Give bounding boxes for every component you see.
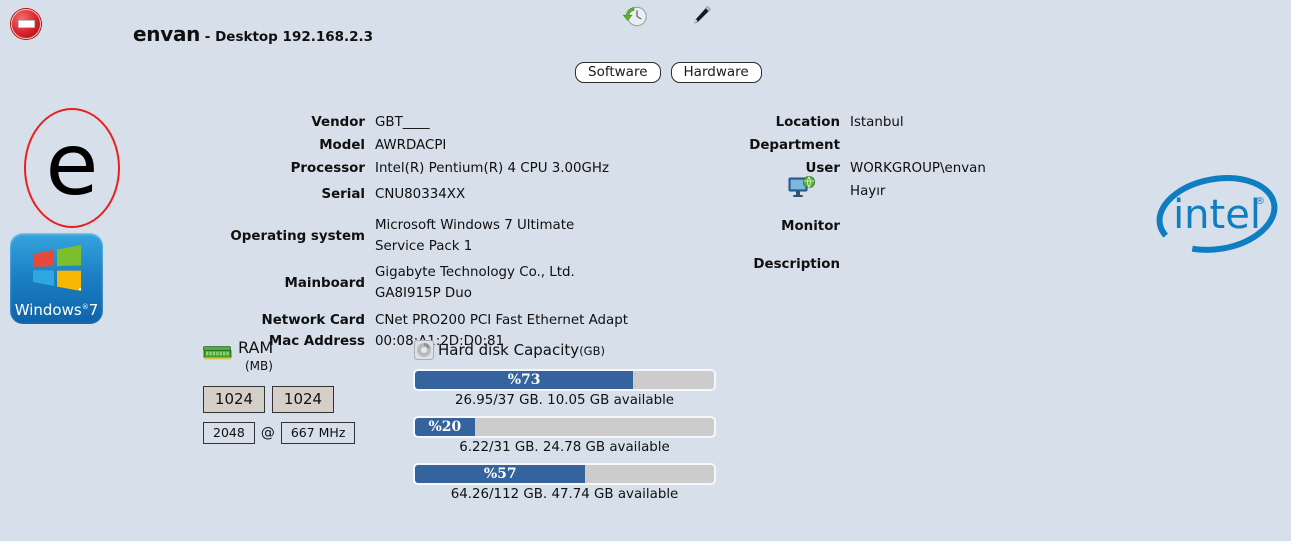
- ram-title: RAM: [238, 338, 274, 357]
- info-row-remote: Hayır: [745, 181, 986, 207]
- info-value: Microsoft Windows 7 Ultimate Service Pac…: [375, 218, 575, 254]
- info-key: Monitor: [781, 219, 840, 234]
- history-clock-icon[interactable]: [622, 3, 648, 29]
- drive-percent-label: %73: [507, 372, 541, 388]
- ram-header: RAM: [203, 338, 355, 361]
- tab-software[interactable]: Software: [575, 62, 661, 83]
- drive-entry: %73 26.95/37 GB. 10.05 GB available: [413, 369, 721, 408]
- windows7-label: Windows®7: [10, 301, 103, 319]
- ram-total-value: 2048: [203, 422, 255, 444]
- info-row-user: User WORKGROUP\envan: [745, 158, 986, 179]
- ram-slot-list: 1024 1024: [203, 386, 355, 413]
- drive-progress-bar[interactable]: %57: [413, 463, 716, 485]
- harddisk-title: Hard disk Capacity: [438, 341, 580, 359]
- ram-total-row: 2048 @ 667 MHz: [203, 422, 356, 444]
- info-row-processor: Processor Intel(R) Pentium(R) 4 CPU 3.00…: [200, 158, 628, 179]
- harddisk-section: Hard disk Capacity (GB) %73 26.95/37 GB. …: [413, 340, 721, 502]
- app-window: envan - Desktop 192.168.2.3 Software Har…: [0, 0, 1291, 541]
- drive-progress-bar[interactable]: %20: [413, 416, 716, 438]
- info-key: Department: [749, 138, 840, 153]
- page-title-main: envan: [133, 22, 201, 46]
- info-key: Model: [319, 138, 365, 153]
- intel-logo: intel ®: [1150, 168, 1285, 260]
- no-entry-icon[interactable]: [11, 9, 41, 39]
- info-row-mainboard: Mainboard Gigabyte Technology Co., Ltd. …: [200, 262, 628, 304]
- drive-capacity-caption: 6.22/31 GB. 24.78 GB available: [459, 440, 670, 455]
- ram-slot-value: 1024: [203, 386, 265, 413]
- info-key: Serial: [321, 187, 365, 202]
- ram-unit: (MB): [245, 359, 273, 373]
- drive-progress-fill: %20: [415, 418, 475, 436]
- info-row-vendor: Vendor GBT____: [200, 112, 628, 133]
- pen-icon[interactable]: [688, 3, 714, 29]
- info-row-description: Description: [745, 254, 986, 275]
- drive-entry: %20 6.22/31 GB. 24.78 GB available: [413, 416, 721, 455]
- info-value: Gigabyte Technology Co., Ltd. GA8I915P D…: [375, 265, 575, 301]
- page-title-sub: - Desktop 192.168.2.3: [200, 29, 374, 45]
- drive-entry: %57 64.26/112 GB. 47.74 GB available: [413, 463, 721, 502]
- drive-progress-bar[interactable]: %73: [413, 369, 716, 391]
- info-key: Description: [753, 257, 840, 272]
- view-tabs: Software Hardware: [575, 62, 762, 83]
- info-row-monitor: Monitor: [745, 216, 986, 237]
- info-key: Operating system: [230, 228, 365, 244]
- info-value: WORKGROUP\envan: [850, 161, 986, 176]
- windows-version: 7: [88, 301, 99, 319]
- drive-progress-fill: %73: [415, 371, 634, 389]
- hardware-info-right: Location Istanbul Department User WORKGR…: [745, 112, 986, 277]
- windows-word: Windows: [14, 301, 82, 319]
- info-value: Intel(R) Pentium(R) 4 CPU 3.00GHz: [375, 161, 610, 176]
- drive-capacity-caption: 26.95/37 GB. 10.05 GB available: [454, 393, 675, 408]
- drive-percent-label: %20: [428, 419, 462, 435]
- drive-progress-track: %20: [415, 418, 714, 436]
- tab-hardware[interactable]: Hardware: [670, 62, 762, 83]
- ram-speed-value: 667 MHz: [280, 422, 356, 444]
- page-title: envan - Desktop 192.168.2.3: [133, 22, 373, 46]
- ram-slot-value: 1024: [272, 386, 334, 413]
- harddisk-header: Hard disk Capacity (GB): [413, 340, 721, 361]
- info-key: Processor: [290, 161, 365, 176]
- info-value: GBT____: [375, 115, 430, 130]
- ram-section: RAM (MB) 1024 1024 2048 @ 667 MHz: [203, 338, 356, 444]
- info-row-model: Model AWRDACPI: [200, 135, 628, 156]
- ram-module-icon: [203, 346, 232, 360]
- e-logo: e: [24, 108, 120, 228]
- e-logo-letter: e: [45, 115, 99, 215]
- info-value: AWRDACPI: [375, 138, 447, 153]
- harddisk-unit: (GB): [579, 344, 605, 358]
- network-monitor-icon: [788, 175, 816, 199]
- hard-disk-icon: [414, 340, 434, 360]
- info-row-location: Location Istanbul: [745, 112, 986, 133]
- drive-percent-label: %57: [483, 466, 517, 482]
- ram-at-separator: @: [260, 425, 275, 441]
- info-row-department: Department: [745, 135, 986, 156]
- info-row-operating-system: Operating system Microsoft Windows 7 Ult…: [200, 215, 628, 257]
- info-value: Istanbul: [850, 115, 904, 130]
- no-entry-bar: [17, 20, 35, 28]
- info-value: Hayır: [850, 184, 886, 199]
- info-key: Mainboard: [284, 275, 366, 291]
- info-key: Location: [775, 115, 840, 130]
- info-key: Vendor: [311, 115, 365, 130]
- svg-text:intel: intel: [1173, 192, 1261, 238]
- windows7-logo: Windows®7: [10, 233, 103, 324]
- info-value: CNU80334XX: [375, 187, 466, 202]
- drive-progress-track: %73: [415, 371, 714, 389]
- windows-flag-icon: [33, 245, 82, 291]
- drive-progress-track: %57: [415, 465, 714, 483]
- windows-reg: ®: [81, 303, 89, 311]
- svg-text:®: ®: [1255, 196, 1265, 207]
- drive-capacity-caption: 64.26/112 GB. 47.74 GB available: [450, 487, 679, 502]
- hardware-info-left: Vendor GBT____ Model AWRDACPI Processor …: [200, 112, 628, 354]
- info-row-serial: Serial CNU80334XX: [200, 184, 628, 205]
- drive-progress-fill: %57: [415, 465, 586, 483]
